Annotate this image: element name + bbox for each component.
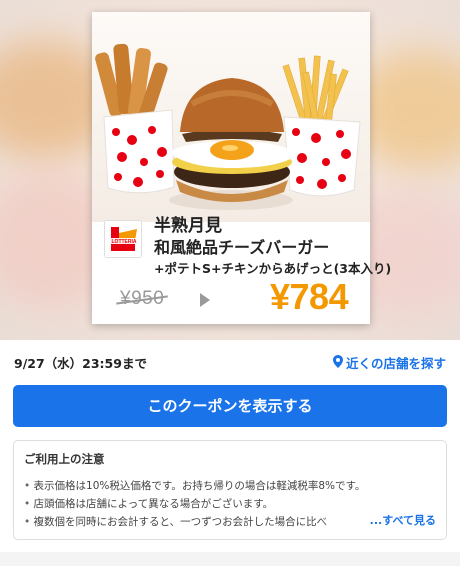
product-name: 半熟月見 和風絶品チーズバーガー +ポテトS+チキンからあげっと(3本入り) xyxy=(154,216,391,280)
coupon-info-row: 9/27（水）23:59まで 近くの店舗を探す xyxy=(0,340,460,380)
coupon-card[interactable]: LOTTERIA 半熟月見 和風絶品チーズバーガー +ポテトS+チキンからあげっ… xyxy=(92,12,391,324)
old-price: ¥950 xyxy=(120,288,165,309)
find-nearby-store-link[interactable]: 近くの店舗を探す xyxy=(332,353,446,372)
footer-strip xyxy=(0,552,460,566)
see-all-link[interactable]: ...すべて見る xyxy=(365,512,436,528)
product-photo xyxy=(92,12,370,222)
note-item: 店頭価格は店舗によって異なる場合がございます。 xyxy=(24,495,436,513)
fries-box-image xyxy=(282,55,361,197)
expiry-date: 9/27（水）23:59まで xyxy=(14,356,147,371)
coupon-price: ¥784 xyxy=(270,276,349,317)
location-pin-icon xyxy=(332,354,343,371)
product-name-line1: 半熟月見 xyxy=(154,216,222,236)
usage-notes: ご利用上の注意 表示価格は10%税込価格です。お持ち帰りの場合は軽減税率8%です… xyxy=(13,440,447,540)
note-item: 表示価格は10%税込価格です。お持ち帰りの場合は軽減税率8%です。 xyxy=(24,477,436,495)
svg-text:LOTTERIA: LOTTERIA xyxy=(112,239,137,245)
product-name-line2: 和風絶品チーズバーガー xyxy=(154,238,330,257)
arrow-right-icon xyxy=(200,293,210,307)
note-item: 複数個を同時にお会計すると、一つずつお会計した場合に比べ xyxy=(24,513,359,531)
chicken-box-image xyxy=(95,43,175,194)
burger-image xyxy=(168,78,298,210)
lotteria-logo: LOTTERIA xyxy=(104,220,142,258)
usage-notes-title: ご利用上の注意 xyxy=(24,452,105,466)
hero-background: LOTTERIA 半熟月見 和風絶品チーズバーガー +ポテトS+チキンからあげっ… xyxy=(0,0,460,340)
find-nearby-store-label: 近くの店舗を探す xyxy=(345,356,446,371)
show-coupon-button[interactable]: このクーポンを表示する xyxy=(13,385,447,427)
